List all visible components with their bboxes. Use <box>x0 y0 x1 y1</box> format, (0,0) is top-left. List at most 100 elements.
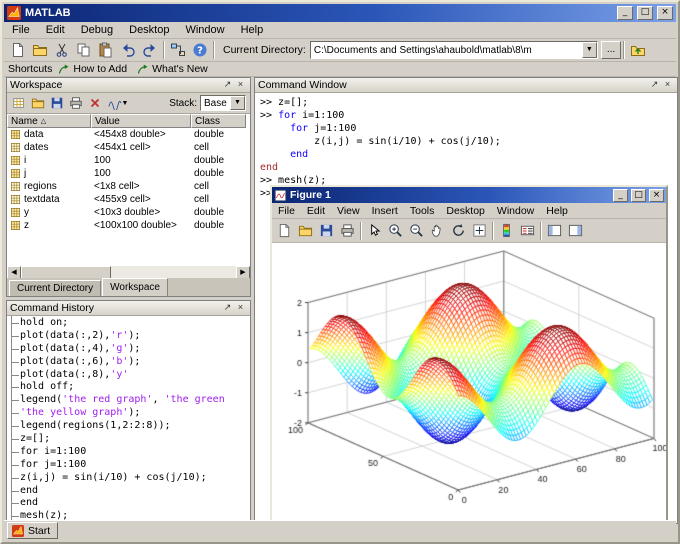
start-button[interactable]: Start <box>7 522 59 539</box>
variable-value: <454x8 double> <box>94 129 166 140</box>
stack-combobox[interactable]: Base ▼ <box>200 95 246 111</box>
column-header-class[interactable]: Class <box>191 114 246 128</box>
chevron-down-icon[interactable]: ▼ <box>581 42 597 58</box>
colorbar-button[interactable] <box>496 221 517 241</box>
figure-menu-item-help[interactable]: Help <box>540 203 574 219</box>
figure-menu-item-edit[interactable]: Edit <box>301 203 331 219</box>
code-line[interactable]: hold on; <box>7 317 250 330</box>
cd-up-button[interactable] <box>627 40 649 60</box>
workspace-row-z[interactable]: z <100x100 double> double <box>7 219 250 232</box>
code-line[interactable]: end <box>7 497 250 510</box>
undock-icon[interactable]: ↗ <box>221 79 234 91</box>
undock-icon[interactable]: ↗ <box>648 79 661 91</box>
code-line[interactable]: legend('the red graph', 'the green <box>7 394 250 407</box>
close-icon[interactable]: × <box>234 79 247 91</box>
menu-item-file[interactable]: File <box>4 22 38 38</box>
workspace-row-data[interactable]: data <454x8 double> double <box>7 128 250 141</box>
close-icon[interactable]: × <box>661 79 674 91</box>
code-line[interactable]: for i=1:100 <box>7 446 250 459</box>
figure-titlebar[interactable]: Figure 1 _ □ × <box>272 187 666 203</box>
tab-current-directory[interactable]: Current Directory <box>9 280 102 296</box>
maximize-button[interactable]: □ <box>637 6 653 20</box>
print-button[interactable] <box>337 221 358 241</box>
paste-button[interactable] <box>95 40 117 60</box>
figure-menu-item-view[interactable]: View <box>331 203 366 219</box>
zoom-out-button[interactable] <box>406 221 427 241</box>
plot-wave-icon <box>107 96 122 110</box>
save-button[interactable] <box>316 221 337 241</box>
shortcut-how-to-add[interactable]: How to Add <box>58 63 127 75</box>
workspace-row-y[interactable]: y <10x3 double> double <box>7 206 250 219</box>
save-button[interactable] <box>47 94 66 112</box>
minimize-button[interactable]: _ <box>617 6 633 20</box>
figure-menu-item-insert[interactable]: Insert <box>366 203 404 219</box>
current-directory-label: Current Directory: <box>223 44 306 56</box>
figure-menu-item-window[interactable]: Window <box>491 203 540 219</box>
figure-menu-item-desktop[interactable]: Desktop <box>440 203 491 219</box>
help-button[interactable]: ? <box>189 40 211 60</box>
chevron-down-icon[interactable]: ▼ <box>230 96 245 110</box>
figure-menu-item-tools[interactable]: Tools <box>404 203 441 219</box>
legend-button[interactable] <box>517 221 538 241</box>
plot-tools-left-button[interactable] <box>544 221 565 241</box>
close-icon[interactable]: × <box>234 302 247 314</box>
open-folder-button[interactable] <box>28 94 47 112</box>
workspace-row-dates[interactable]: dates <454x1 cell> cell <box>7 141 250 154</box>
column-header-value[interactable]: Value <box>91 114 191 128</box>
close-button[interactable]: × <box>657 6 673 20</box>
maximize-button[interactable]: □ <box>631 188 646 202</box>
shortcut-what-s-new[interactable]: What's New <box>137 63 208 75</box>
menu-item-window[interactable]: Window <box>177 22 232 38</box>
code-line[interactable]: end <box>7 485 250 498</box>
code-line[interactable]: plot(data(:,2),'r'); <box>7 330 250 343</box>
print-button[interactable] <box>66 94 85 112</box>
code-line[interactable]: hold off; <box>7 381 250 394</box>
copy-button[interactable] <box>73 40 95 60</box>
titlebar[interactable]: MATLAB _ □ × <box>4 4 676 22</box>
current-directory-combobox[interactable]: C:\Documents and Settings\ahaubold\matla… <box>309 41 598 59</box>
new-file-button[interactable] <box>274 221 295 241</box>
simulink-button[interactable] <box>167 40 189 60</box>
plot-tools-right-button[interactable] <box>565 221 586 241</box>
workspace-row-regions[interactable]: regions <1x8 cell> cell <box>7 180 250 193</box>
data-cursor-button[interactable] <box>469 221 490 241</box>
undo-button[interactable] <box>117 40 139 60</box>
code-line[interactable]: plot(data(:,8),'y' <box>7 369 250 382</box>
workspace-row-j[interactable]: j 100 double <box>7 167 250 180</box>
tab-workspace[interactable]: Workspace <box>102 278 168 296</box>
code-line[interactable]: z(i,j) = sin(i/10) + cos(j/10); <box>7 472 250 485</box>
cut-button[interactable] <box>51 40 73 60</box>
zoom-in-button[interactable] <box>385 221 406 241</box>
open-folder-button[interactable] <box>295 221 316 241</box>
browse-button[interactable]: ... <box>600 41 622 59</box>
menu-item-desktop[interactable]: Desktop <box>121 22 177 38</box>
redo-button[interactable] <box>139 40 161 60</box>
code-line[interactable]: legend(regions(1,2:2:8)); <box>7 420 250 433</box>
new-variable-button[interactable] <box>9 94 28 112</box>
menu-item-edit[interactable]: Edit <box>38 22 73 38</box>
code-line[interactable]: plot(data(:,6),'b'); <box>7 356 250 369</box>
main-menubar: File Edit Debug Desktop Window Help <box>4 22 676 39</box>
code-line[interactable]: 'the yellow graph'); <box>7 407 250 420</box>
menu-item-debug[interactable]: Debug <box>73 22 121 38</box>
figure-menu-item-file[interactable]: File <box>272 203 301 219</box>
workspace-row-i[interactable]: i 100 double <box>7 154 250 167</box>
delete-button[interactable] <box>85 94 104 112</box>
menu-item-help[interactable]: Help <box>233 22 272 38</box>
minimize-button[interactable]: _ <box>613 188 628 202</box>
close-button[interactable]: × <box>649 188 664 202</box>
open-folder-button[interactable] <box>29 40 51 60</box>
pan-button[interactable] <box>427 221 448 241</box>
workspace-row-textdata[interactable]: textdata <455x9 cell> cell <box>7 193 250 206</box>
plot-selector-button[interactable]: ▼ <box>105 94 131 112</box>
code-line[interactable]: for j=1:100 <box>7 459 250 472</box>
var-grid-icon <box>10 207 21 218</box>
mesh-plot-canvas[interactable] <box>272 243 666 520</box>
rotate-button[interactable] <box>448 221 469 241</box>
new-file-button[interactable] <box>7 40 29 60</box>
undock-icon[interactable]: ↗ <box>221 302 234 314</box>
code-line[interactable]: plot(data(:,4),'g'); <box>7 343 250 356</box>
pointer-button[interactable] <box>364 221 385 241</box>
column-header-name[interactable]: Name △ <box>7 114 91 128</box>
code-line[interactable]: z=[]; <box>7 433 250 446</box>
